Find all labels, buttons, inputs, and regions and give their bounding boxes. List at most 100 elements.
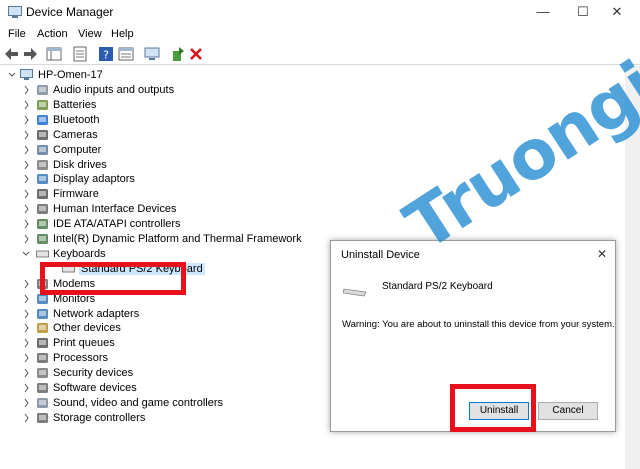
tree-item-label: Sound, video and game controllers bbox=[53, 396, 223, 409]
tree-item-label: Software devices bbox=[53, 382, 137, 394]
tree-item[interactable]: Batteries bbox=[0, 98, 330, 113]
tree-item[interactable]: Network adapters bbox=[0, 307, 330, 322]
chevron-down-icon[interactable] bbox=[22, 249, 30, 259]
chevron-right-icon[interactable] bbox=[22, 100, 30, 110]
ide-icon bbox=[37, 219, 48, 230]
tree-item[interactable]: Cameras bbox=[0, 128, 330, 143]
printer-icon bbox=[37, 338, 48, 349]
tree-item-label: Human Interface Devices bbox=[53, 203, 177, 216]
tree-item[interactable]: Keyboards bbox=[0, 247, 330, 262]
menu-file[interactable]: File bbox=[8, 28, 26, 40]
tree-item-label: Computer bbox=[53, 143, 102, 156]
tree-item-label: Intel(R) Dynamic Platform and Thermal Fr… bbox=[53, 233, 302, 245]
menu-bar: File Action View Help bbox=[0, 26, 640, 44]
chevron-right-icon[interactable] bbox=[22, 174, 30, 184]
firmware-icon bbox=[37, 189, 48, 200]
forward-arrow-icon[interactable] bbox=[22, 46, 38, 62]
tree-item-label: Audio inputs and outputs bbox=[53, 84, 175, 96]
dialog-device-name: Standard PS/2 Keyboard bbox=[382, 281, 493, 292]
chevron-right-icon[interactable] bbox=[22, 279, 30, 289]
cancel-button[interactable]: Cancel bbox=[538, 402, 598, 420]
tree-item[interactable]: Processors bbox=[0, 351, 330, 366]
computer-icon bbox=[20, 69, 33, 80]
toolbar: ? bbox=[0, 44, 640, 65]
chevron-right-icon[interactable] bbox=[22, 234, 30, 244]
chevron-right-icon[interactable] bbox=[22, 294, 30, 304]
properties-pane-icon[interactable] bbox=[46, 46, 62, 62]
tree-item[interactable]: Bluetooth bbox=[0, 113, 330, 128]
tree-item[interactable]: Human Interface Devices bbox=[0, 202, 330, 217]
tree-item[interactable]: IDE ATA/ATAPI controllers bbox=[0, 217, 330, 232]
tree-item[interactable]: Print queues bbox=[0, 336, 330, 351]
tree-item[interactable]: Security devices bbox=[0, 366, 330, 381]
tree-item-label: Storage controllers bbox=[53, 411, 146, 424]
tree-item[interactable]: Software devices bbox=[0, 381, 330, 396]
storage-icon bbox=[37, 412, 48, 423]
chevron-right-icon[interactable] bbox=[22, 398, 30, 408]
tree-item[interactable]: Computer bbox=[0, 143, 330, 158]
details-view-icon[interactable] bbox=[118, 46, 134, 62]
tree-item[interactable]: Other devices bbox=[0, 321, 330, 336]
keyboard-icon bbox=[36, 250, 49, 258]
hid-icon bbox=[37, 204, 48, 215]
chevron-right-icon[interactable] bbox=[22, 130, 30, 140]
tree-item[interactable]: Firmware bbox=[0, 187, 330, 202]
chevron-right-icon[interactable] bbox=[22, 338, 30, 348]
security-icon bbox=[37, 368, 48, 379]
tree-item-label: Disk drives bbox=[53, 158, 107, 171]
scan-hardware-icon[interactable] bbox=[144, 46, 160, 62]
disk-icon bbox=[37, 159, 48, 170]
menu-action[interactable]: Action bbox=[37, 28, 68, 40]
chevron-right-icon[interactable] bbox=[22, 309, 30, 319]
chevron-right-icon[interactable] bbox=[22, 160, 30, 170]
chevron-down-icon[interactable] bbox=[8, 70, 16, 80]
tree-item[interactable]: Audio inputs and outputs bbox=[0, 83, 330, 98]
back-arrow-icon[interactable] bbox=[4, 46, 20, 62]
chevron-right-icon[interactable] bbox=[22, 219, 30, 229]
tree-item[interactable]: Sound, video and game controllers bbox=[0, 396, 330, 411]
help-icon[interactable]: ? bbox=[98, 46, 114, 62]
chevron-right-icon[interactable] bbox=[22, 353, 30, 363]
tree-item-label: IDE ATA/ATAPI controllers bbox=[53, 218, 181, 231]
close-window-button[interactable]: ✕ bbox=[594, 0, 640, 24]
menu-help[interactable]: Help bbox=[111, 28, 134, 40]
device-manager-icon bbox=[8, 6, 22, 18]
chevron-right-icon[interactable] bbox=[22, 413, 30, 423]
chevron-right-icon[interactable] bbox=[22, 85, 30, 95]
chevron-right-icon[interactable] bbox=[22, 115, 30, 125]
uninstall-device-icon[interactable] bbox=[188, 46, 204, 62]
tree-root[interactable]: HP-Omen-17 bbox=[0, 68, 330, 83]
tree-item[interactable]: Intel(R) Dynamic Platform and Thermal Fr… bbox=[0, 232, 330, 247]
chevron-right-icon[interactable] bbox=[22, 383, 30, 393]
other-device-icon bbox=[37, 323, 48, 334]
chip-icon bbox=[37, 234, 48, 244]
tree-item[interactable]: Storage controllers bbox=[0, 411, 330, 426]
list-view-icon[interactable] bbox=[72, 46, 88, 62]
chevron-right-icon[interactable] bbox=[22, 368, 30, 378]
chevron-right-icon[interactable] bbox=[22, 323, 30, 333]
svg-text:?: ? bbox=[103, 49, 109, 62]
keyboard-icon bbox=[343, 288, 367, 297]
speaker-icon bbox=[37, 85, 48, 95]
processor-icon bbox=[37, 353, 48, 364]
tree-item-label: Other devices bbox=[53, 322, 121, 335]
highlight-box-keyboard bbox=[40, 262, 186, 295]
tree-item-label: Processors bbox=[53, 352, 109, 365]
tree-item[interactable]: Disk drives bbox=[0, 158, 330, 173]
dialog-close-icon[interactable]: ✕ bbox=[597, 247, 607, 261]
menu-view[interactable]: View bbox=[78, 28, 102, 40]
chevron-right-icon[interactable] bbox=[22, 204, 30, 214]
tree-item-label: Bluetooth bbox=[53, 113, 100, 126]
tree-item-label: Keyboards bbox=[53, 247, 106, 260]
network-icon bbox=[37, 308, 48, 319]
chevron-right-icon[interactable] bbox=[22, 189, 30, 199]
display-icon bbox=[37, 174, 48, 185]
tree-item-label: Batteries bbox=[53, 98, 97, 111]
sound-icon bbox=[37, 397, 48, 408]
chevron-right-icon[interactable] bbox=[22, 145, 30, 155]
tree-item[interactable]: Display adaptors bbox=[0, 172, 330, 187]
bluetooth-icon bbox=[37, 114, 48, 125]
tree-item-label: Security devices bbox=[53, 367, 134, 380]
tree-root-label: HP-Omen-17 bbox=[38, 69, 103, 81]
update-driver-icon[interactable] bbox=[170, 46, 186, 62]
